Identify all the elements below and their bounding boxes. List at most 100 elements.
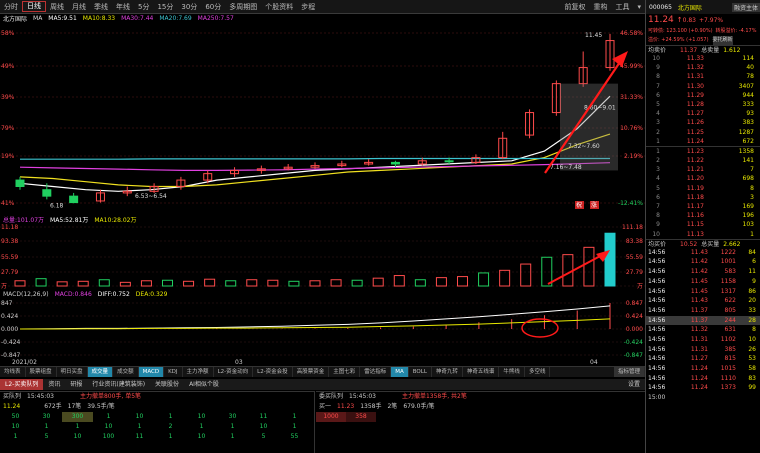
toolbar-right-0[interactable]: 前复权: [560, 2, 589, 12]
volume-chart[interactable]: 11.18 111.18 93.38 83.38 55.59 55.59 27.79 27.7…: [0, 224, 645, 289]
period-tab-5[interactable]: 年线: [112, 2, 134, 12]
period-tab-0[interactable]: 分时: [0, 2, 22, 12]
settings-tab[interactable]: 设置: [623, 379, 645, 390]
bid-volume: 3: [750, 193, 754, 201]
stock-name: 北方国际: [677, 4, 702, 12]
volume-chart-pane[interactable]: 11.18 111.18 93.38 83.38 55.59 55.59 27.79 27.7…: [0, 224, 645, 289]
indicator-tab-2[interactable]: 明日买盘: [57, 367, 88, 377]
indicator-tab-7[interactable]: 主力净额: [183, 367, 214, 377]
l2-tab-2[interactable]: 研报: [65, 379, 87, 390]
period-tab-3[interactable]: 月线: [68, 2, 90, 12]
ma-item-2: MA10:8.33: [82, 15, 116, 22]
macd-chart-pane[interactable]: 847 0.847 0.424 0.424 0.000 0.000 -0.424 -0.424…: [0, 299, 645, 366]
toolbar-right-3[interactable]: ▾: [633, 3, 645, 11]
ask-level: 2: [656, 128, 660, 136]
bid-volume: 196: [742, 212, 754, 220]
indicator-tab-17[interactable]: 牛熊线: [499, 367, 525, 377]
tick-volume: 1001: [720, 258, 736, 266]
indicator-tab-8[interactable]: L2-资金动向: [214, 367, 254, 377]
period-tab-1[interactable]: 日线: [22, 1, 46, 12]
toolbar-right-1[interactable]: 重构: [589, 2, 611, 12]
toolbar-right-2[interactable]: 工具: [611, 2, 633, 12]
sell-queue-count: 2笔: [387, 403, 398, 410]
buy-queue-cell: 1: [168, 413, 173, 420]
bid-volume: 8: [750, 184, 754, 192]
indicator-tab-15[interactable]: 神奇九转: [432, 367, 463, 377]
l2-tab-5[interactable]: AI相似个股: [184, 379, 224, 390]
price-right-label: 31.33%: [620, 94, 643, 101]
indicator-tab-4[interactable]: 成交额: [113, 367, 139, 377]
indicator-tab-3[interactable]: 成交量: [87, 367, 114, 377]
volume-bar: [119, 281, 131, 287]
bid-volume: 169: [742, 203, 754, 210]
l2-tab-4[interactable]: 关联股份: [150, 379, 184, 390]
ask-volume: 3407: [738, 82, 754, 90]
tick-volume: 631: [724, 326, 736, 334]
tick-row: 14:56 11.45 1317 86: [646, 287, 760, 297]
period-tab-8[interactable]: 30分: [177, 2, 201, 12]
indicator-tab-10[interactable]: 高股票资金: [293, 367, 330, 377]
buy-queue-row: 10 1 1 10 1 2 1 1 10 1: [0, 422, 314, 432]
macd-item-0: MACD(12,26,9): [3, 291, 49, 298]
indicator-tab-16[interactable]: 神奇五线谱: [463, 367, 500, 377]
buy-queue-cell: 1: [292, 423, 297, 430]
period-tab-4[interactable]: 季线: [90, 2, 112, 12]
candlestick-chart[interactable]: 58% 46.58% 49% 45.99% 39% 31.33% 79% 10.76% 19% 2…: [0, 23, 645, 215]
tick-volume: 244: [724, 316, 736, 324]
sell-queue-cell: 358: [346, 412, 376, 422]
indicator-tab-12[interactable]: 雷达指标: [360, 367, 392, 377]
vol-item-1: MA5:52.81万: [50, 217, 89, 224]
period-tab-2[interactable]: 周线: [46, 2, 68, 12]
ask-price: 11.33: [686, 55, 704, 62]
bid-price: 11.15: [686, 221, 704, 229]
indicator-tab-5[interactable]: MACD: [138, 367, 165, 377]
period-tab-12[interactable]: 步程: [297, 2, 319, 12]
last-price: 11.24: [648, 15, 674, 25]
indicator-tab-13[interactable]: MA: [391, 367, 409, 377]
tick-price: 11.32: [690, 326, 708, 334]
sell-queue-avg: 679.0手/笔: [403, 403, 435, 410]
refresh-button[interactable]: 委托刷新: [712, 36, 733, 45]
l2-tab-0[interactable]: L2-买卖队列: [0, 379, 44, 390]
ma-line-ma250: [20, 157, 610, 160]
tick-time: 14:56: [648, 277, 666, 285]
indicator-tab-1[interactable]: 股票组盘: [26, 367, 57, 377]
price-row: 11.24 ↑ 0.83 +7.97%: [646, 14, 760, 27]
price-chart-pane[interactable]: 58% 46.58% 49% 45.99% 39% 31.33% 79% 10.76% 19% 2…: [0, 23, 645, 215]
vol-left-label: 55.59: [1, 254, 18, 261]
period-tab-10[interactable]: 多周期图: [225, 2, 261, 12]
buy-queue-cell: 30: [228, 413, 237, 420]
period-tab-6[interactable]: 5分: [134, 2, 153, 12]
indicator-tab-18[interactable]: 多空线: [525, 367, 551, 377]
bid-level: 9: [656, 221, 660, 229]
tick-row: 14:56 11.32 631 8: [646, 325, 760, 335]
l2-tab-3[interactable]: 行业资讯(建筑装饰): [87, 379, 150, 390]
tick-count: 86: [748, 287, 756, 295]
volume-bar: [414, 279, 426, 287]
buy-queue-avg: 39.5手/笔: [87, 403, 115, 410]
indicator-tab-9[interactable]: L2-资金会投: [253, 367, 293, 377]
stock-name-label: 北方国际: [3, 16, 28, 23]
l2-tab-1[interactable]: 资讯: [43, 379, 65, 390]
indicator-tab-14[interactable]: BOLL: [409, 367, 432, 377]
bid-price: 11.18: [686, 193, 704, 201]
financing-button[interactable]: 融资主体: [731, 2, 760, 12]
period-tab-11[interactable]: 个股资料: [261, 2, 297, 12]
buy-queue-note: 主力撤单800手, 单5笔: [79, 393, 142, 400]
tick-price: 11.24: [690, 365, 708, 372]
indicator-tab-6[interactable]: KDJ: [164, 367, 183, 377]
tick-price: 11.43: [690, 248, 708, 256]
indicator-tab-19[interactable]: 指标管理: [613, 367, 645, 377]
macd-chart[interactable]: 847 0.847 0.424 0.424 0.000 0.000 -0.424 -0.424…: [0, 299, 645, 366]
indicator-tab-0[interactable]: 均线表: [0, 367, 26, 377]
period-tab-7[interactable]: 15分: [153, 2, 177, 12]
indicator-tab-11[interactable]: 主图七彩: [329, 367, 361, 377]
price-right-label: 2.19%: [624, 153, 643, 160]
buy-queue-cell: 55: [290, 433, 299, 440]
tick-row: 14:56 11.37 244 28: [646, 315, 760, 326]
buy-queue-cell: 10: [11, 423, 20, 430]
volume-bar: [372, 277, 384, 287]
buy-queue-count: 17笔: [67, 403, 82, 410]
period-tab-9[interactable]: 60分: [201, 2, 225, 12]
tick-count: 99: [748, 384, 756, 392]
